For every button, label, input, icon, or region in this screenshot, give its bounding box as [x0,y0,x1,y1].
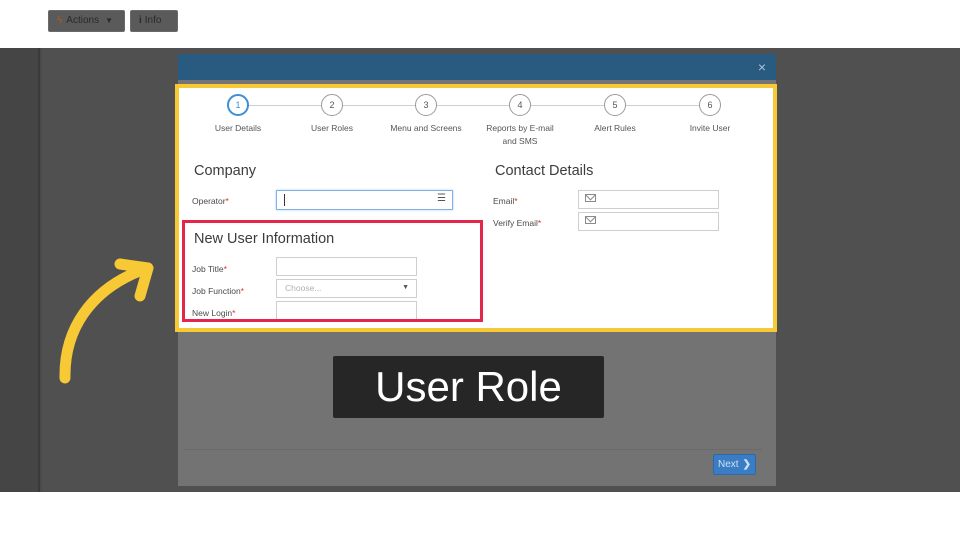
text-cursor [284,194,285,206]
company-title: Company [194,163,257,179]
step-1[interactable]: 1 User Details [193,94,283,135]
operator-label: Operator* [192,196,229,206]
bolt-icon: ϟ [57,15,63,26]
required-marker: * [225,196,229,206]
caret-down-icon: ▼ [105,16,114,25]
wizard-steps: 1 User Details 2 User Roles 3 Menu and S… [179,94,773,150]
modal-footer-divider [184,449,762,450]
operator-label-text: Operator [192,196,226,206]
new-user-info-highlight [182,220,483,322]
step-4[interactable]: 4 Reports by E-mail and SMS [475,94,565,148]
step-number: 2 [321,94,343,116]
step-3[interactable]: 3 Menu and Screens [381,94,471,135]
step-number: 6 [699,94,721,116]
step-label: User Roles [310,123,354,133]
step-number: 5 [604,94,626,116]
background-sidebar [0,48,40,492]
step-number: 3 [415,94,437,116]
step-label: Reports by E-mail and SMS [486,123,554,146]
verify-email-label-text: Verify Email [493,218,538,228]
step-number: 1 [227,94,249,116]
step-2[interactable]: 2 User Roles [287,94,377,135]
list-icon[interactable]: ☰ [437,193,446,204]
step-label: Invite User [689,123,731,133]
contact-details-title: Contact Details [495,163,594,179]
email-label-text: Email [493,196,515,206]
envelope-icon [585,216,596,224]
operator-input[interactable]: ☰ [276,190,453,210]
caption-banner: User Role [333,356,604,418]
email-field[interactable] [578,190,719,209]
curved-arrow-icon [59,258,154,384]
actions-button[interactable]: ϟ Actions ▼ [48,10,125,32]
email-label: Email* [493,196,518,206]
verify-email-label: Verify Email* [493,218,541,228]
actions-label: Actions [66,15,100,26]
info-icon: i [139,15,142,26]
modal-header: × [178,54,776,80]
next-label: Next [718,459,739,470]
step-label: Alert Rules [594,123,636,133]
step-label: Menu and Screens [390,123,462,133]
step-6[interactable]: 6 Invite User [665,94,755,135]
verify-email-field[interactable] [578,212,719,231]
info-label: Info [144,15,162,26]
required-marker: * [537,218,542,228]
envelope-icon [585,194,596,202]
chevron-right-icon: ❯ [742,459,751,470]
info-button[interactable]: i Info [130,10,178,32]
close-icon[interactable]: × [758,58,766,76]
step-number: 4 [509,94,531,116]
next-button[interactable]: Next ❯ [713,454,756,475]
step-label: User Details [214,123,262,133]
step-5[interactable]: 5 Alert Rules [570,94,660,135]
required-marker: * [514,196,518,206]
